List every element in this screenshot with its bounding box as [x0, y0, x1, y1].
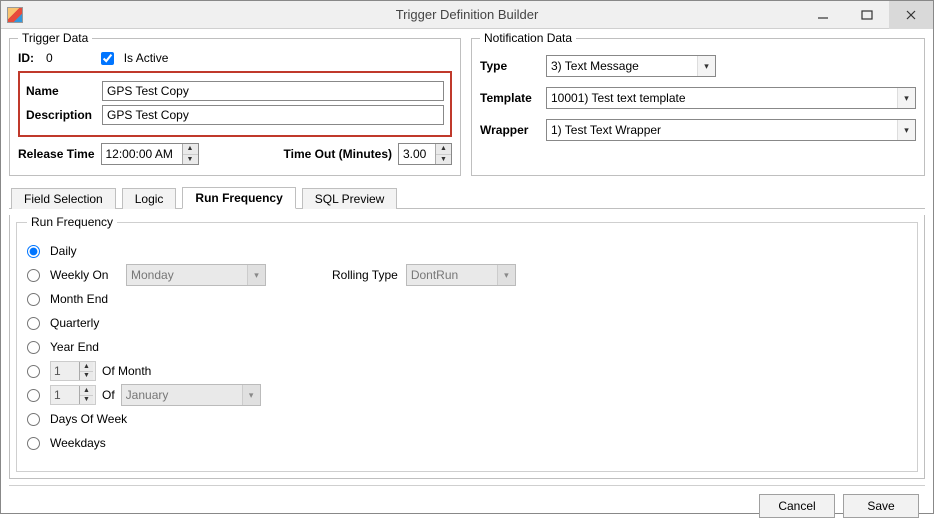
id-value: 0 [46, 51, 53, 65]
wrapper-value: 1) Test Text Wrapper [551, 123, 897, 137]
label-of: Of [102, 388, 115, 402]
timeout-spinner[interactable]: ▲ ▼ [398, 143, 452, 165]
of-monthname-spinner[interactable]: ▲ ▼ [50, 385, 96, 405]
chevron-down-icon: ▾ [897, 88, 915, 108]
name-label: Name [26, 84, 102, 98]
maximize-button[interactable] [845, 1, 889, 29]
radio-weekdays[interactable] [27, 437, 40, 450]
label-daily: Daily [50, 244, 77, 258]
app-icon [7, 7, 23, 23]
label-quarterly: Quarterly [50, 316, 99, 330]
label-weekdays: Weekdays [50, 436, 106, 450]
run-frequency-group: Run Frequency Daily Weekly On Monday ▾ R… [16, 215, 918, 472]
template-combo[interactable]: 10001) Test text template ▾ [546, 87, 916, 109]
tab-run-frequency[interactable]: Run Frequency [182, 187, 295, 209]
id-label: ID: [18, 51, 34, 65]
of-month-value[interactable] [51, 362, 79, 380]
of-monthname-name: January [126, 388, 242, 402]
radio-quarterly[interactable] [27, 317, 40, 330]
of-month-spinner[interactable]: ▲ ▼ [50, 361, 96, 381]
wrapper-label: Wrapper [480, 123, 546, 137]
tab-panel-run-frequency: Run Frequency Daily Weekly On Monday ▾ R… [9, 215, 925, 479]
weekly-on-value: Monday [131, 268, 247, 282]
chevron-down-icon: ▾ [247, 265, 265, 285]
trigger-data-group: Trigger Data ID: 0 Is Active Name Descri… [9, 31, 461, 176]
label-weekly-on: Weekly On [50, 268, 120, 282]
bottom-bar: Cancel Save [9, 494, 925, 524]
tab-field-selection[interactable]: Field Selection [11, 188, 116, 209]
description-label: Description [26, 108, 102, 122]
radio-of-month[interactable] [27, 365, 40, 378]
template-value: 10001) Test text template [551, 91, 897, 105]
weekly-on-combo[interactable]: Monday ▾ [126, 264, 266, 286]
radio-month-end[interactable] [27, 293, 40, 306]
save-button[interactable]: Save [843, 494, 919, 518]
template-label: Template [480, 91, 546, 105]
window-controls [801, 1, 933, 29]
cancel-button[interactable]: Cancel [759, 494, 835, 518]
tabstrip: Field Selection Logic Run Frequency SQL … [9, 186, 925, 209]
type-value: 3) Text Message [551, 59, 697, 73]
spin-down-icon[interactable]: ▼ [183, 155, 198, 165]
label-year-end: Year End [50, 340, 99, 354]
is-active-label: Is Active [124, 51, 169, 65]
label-days-of-week: Days Of Week [50, 412, 127, 426]
rolling-type-combo[interactable]: DontRun ▾ [406, 264, 516, 286]
notification-data-legend: Notification Data [480, 31, 576, 45]
spin-up-icon[interactable]: ▲ [80, 362, 93, 372]
label-of-month: Of Month [102, 364, 151, 378]
radio-days-of-week[interactable] [27, 413, 40, 426]
titlebar: Trigger Definition Builder [1, 1, 933, 29]
notification-data-group: Notification Data Type 3) Text Message ▾… [471, 31, 925, 176]
radio-daily[interactable] [27, 245, 40, 258]
spin-down-icon[interactable]: ▼ [80, 396, 93, 405]
tab-sql-preview[interactable]: SQL Preview [302, 188, 398, 209]
type-combo[interactable]: 3) Text Message ▾ [546, 55, 716, 77]
wrapper-combo[interactable]: 1) Test Text Wrapper ▾ [546, 119, 916, 141]
tabs: Field Selection Logic Run Frequency SQL … [9, 186, 925, 479]
rolling-type-label: Rolling Type [332, 268, 398, 282]
window-title: Trigger Definition Builder [1, 7, 933, 22]
of-monthname-value[interactable] [51, 386, 79, 404]
type-label: Type [480, 59, 546, 73]
description-input[interactable] [102, 105, 444, 125]
chevron-down-icon: ▾ [242, 385, 260, 405]
trigger-data-legend: Trigger Data [18, 31, 92, 45]
spin-down-icon[interactable]: ▼ [80, 372, 93, 381]
timeout-label: Time Out (Minutes) [284, 147, 392, 161]
label-month-end: Month End [50, 292, 108, 306]
divider [9, 485, 925, 486]
radio-weekly-on[interactable] [27, 269, 40, 282]
spin-up-icon[interactable]: ▲ [436, 144, 451, 155]
radio-year-end[interactable] [27, 341, 40, 354]
close-button[interactable] [889, 1, 933, 29]
run-frequency-legend: Run Frequency [27, 215, 117, 229]
release-time-label: Release Time [18, 147, 95, 161]
highlighted-fields: Name Description [18, 71, 452, 137]
timeout-input[interactable] [399, 144, 435, 164]
is-active-checkbox[interactable] [101, 52, 114, 65]
chevron-down-icon: ▾ [897, 120, 915, 140]
chevron-down-icon: ▾ [497, 265, 515, 285]
radio-of-monthname[interactable] [27, 389, 40, 402]
name-input[interactable] [102, 81, 444, 101]
client-area: Trigger Data ID: 0 Is Active Name Descri… [1, 29, 933, 532]
spin-up-icon[interactable]: ▲ [183, 144, 198, 155]
release-time-input[interactable] [102, 144, 182, 164]
of-monthname-combo[interactable]: January ▾ [121, 384, 261, 406]
minimize-button[interactable] [801, 1, 845, 29]
chevron-down-icon: ▾ [697, 56, 715, 76]
spin-down-icon[interactable]: ▼ [436, 155, 451, 165]
tab-logic[interactable]: Logic [122, 188, 177, 209]
rolling-type-value: DontRun [411, 268, 497, 282]
spin-up-icon[interactable]: ▲ [80, 386, 93, 396]
release-time-spinner[interactable]: ▲ ▼ [101, 143, 199, 165]
